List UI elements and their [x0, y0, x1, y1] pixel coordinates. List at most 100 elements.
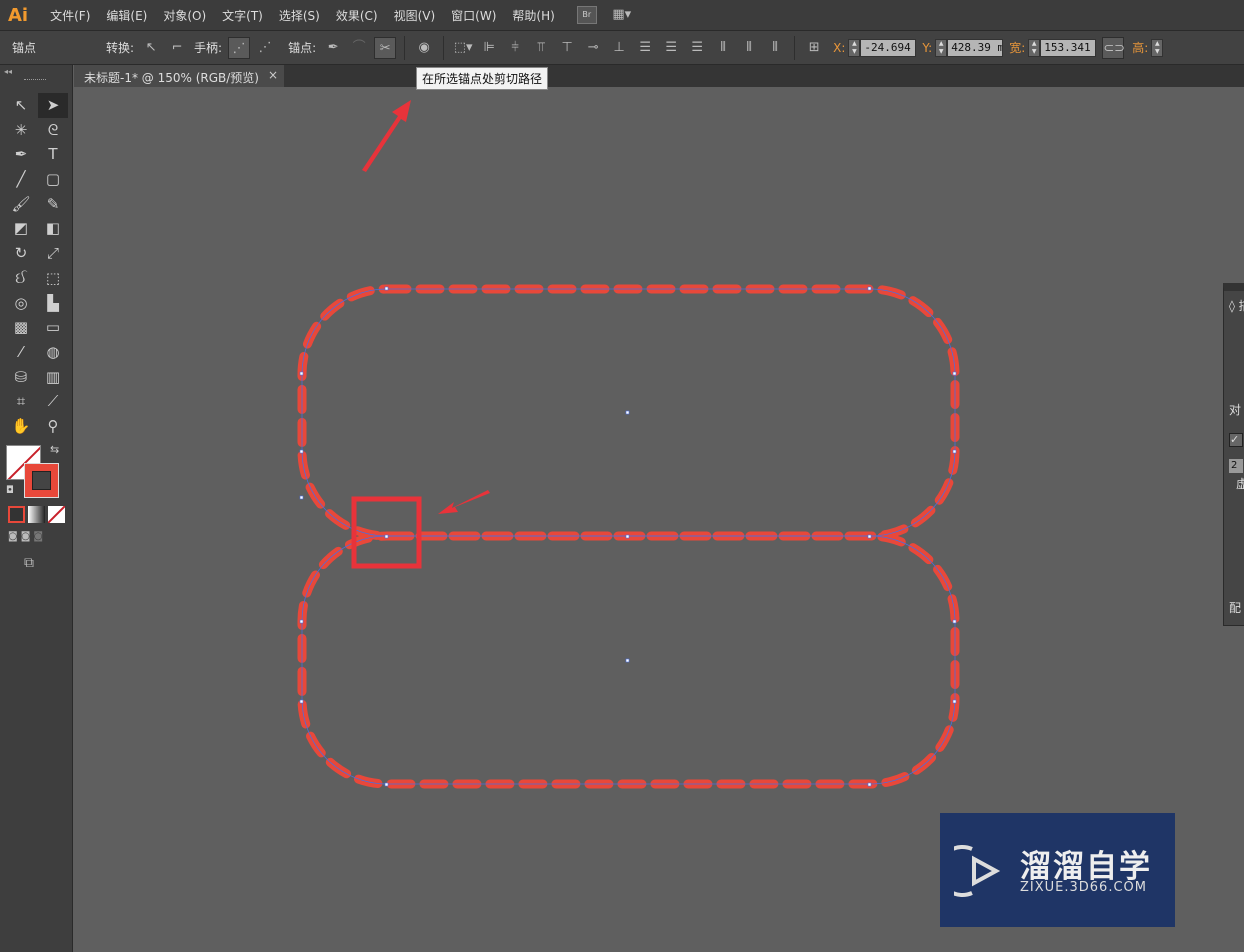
anchors-label: 锚点:	[288, 41, 317, 55]
align-vcenter-icon[interactable]: ⊸	[582, 37, 604, 59]
paintbrush-tool-icon[interactable]: 🖌	[6, 192, 36, 217]
link-icon[interactable]: ⊂⊃	[1102, 36, 1125, 59]
type-tool-icon[interactable]: T	[38, 142, 68, 167]
blob-brush-tool-icon[interactable]: ◩	[6, 216, 36, 241]
menu-object[interactable]: 对象(O)	[163, 7, 206, 24]
document-tab[interactable]: 未标题-1* @ 150% (RGB/预览) ×	[74, 65, 284, 87]
magic-wand-tool-icon[interactable]: ✳	[6, 118, 36, 143]
handles-label: 手柄:	[194, 41, 223, 55]
align-hcenter-icon[interactable]: ⫩	[504, 37, 526, 59]
arrow-icon	[362, 100, 490, 514]
symbol-sprayer-tool-icon[interactable]: ⛁	[6, 365, 36, 390]
hand-tool-icon[interactable]: ✋	[6, 414, 36, 439]
pen-tool-icon[interactable]: ✒	[6, 142, 36, 167]
width-label: 宽:	[1009, 41, 1026, 55]
pencil-tool-icon[interactable]: ✎	[38, 192, 68, 217]
hide-handles-icon[interactable]: ⋰	[254, 37, 276, 59]
direct-selection-tool-icon[interactable]: ➤	[38, 93, 68, 118]
reference-point-icon[interactable]: ⊞	[803, 37, 825, 59]
warp-tool-icon[interactable]: ઈ	[6, 266, 36, 291]
menu-file[interactable]: 文件(F)	[50, 7, 90, 24]
distribute-vcenter-icon[interactable]: ☰	[660, 37, 682, 59]
artboard-tool-icon[interactable]: ⌗	[6, 389, 36, 414]
bridge-button[interactable]: Br	[576, 6, 597, 24]
distribute-hcenter-icon[interactable]: ⫴	[738, 37, 760, 59]
x-spinner[interactable]: ▲ ▼	[848, 38, 861, 57]
convert-smooth-icon[interactable]: ⌐	[166, 37, 188, 59]
menu-view[interactable]: 视图(V)	[394, 7, 436, 24]
collapse-icon[interactable]: ◂◂	[4, 67, 12, 76]
draw-behind-icon[interactable]: ◙	[21, 531, 31, 542]
x-input[interactable]: -24.694 m	[860, 38, 917, 57]
y-input[interactable]: 428.39 mm	[947, 38, 1004, 57]
align-to-icon[interactable]: ⬚▾	[452, 37, 474, 59]
shape-builder-tool-icon[interactable]: ◎	[6, 291, 36, 316]
selection-tool-icon[interactable]: ↖	[6, 93, 36, 118]
show-handles-icon[interactable]: ⋰	[228, 36, 251, 59]
align-top-icon[interactable]: ⊤	[556, 37, 578, 59]
draw-inside-icon[interactable]: ◙	[33, 531, 43, 542]
dashed-checkbox[interactable]: ✓	[1229, 433, 1243, 447]
height-label: 高:	[1132, 41, 1149, 55]
scale-tool-icon[interactable]: ⤢	[38, 241, 68, 266]
tools-panel: ◂◂ ↖ ➤ ✳ ᘓ ✒ T ╱ ▢ 🖌 ✎ ◩ ◧ ↻ ⤢ ઈ ⬚ ◎ ▙ ▩…	[0, 65, 73, 952]
rectangle-tool-icon[interactable]: ▢	[38, 167, 68, 192]
height-spinner[interactable]: ▲ ▼	[1151, 38, 1164, 57]
column-graph-tool-icon[interactable]: ▥	[38, 365, 68, 390]
menu-type[interactable]: 文字(T)	[222, 7, 263, 24]
draw-normal-icon[interactable]: ◙	[8, 531, 18, 542]
document-tab-title: 未标题-1* @ 150% (RGB/预览)	[84, 71, 259, 85]
menu-help[interactable]: 帮助(H)	[512, 7, 554, 24]
menu-select[interactable]: 选择(S)	[279, 7, 320, 24]
dash-input[interactable]: 2	[1229, 459, 1243, 473]
menu-edit[interactable]: 编辑(E)	[106, 7, 147, 24]
eraser-tool-icon[interactable]: ◧	[38, 216, 68, 241]
isolate-icon[interactable]: ◉	[413, 37, 435, 59]
workspace-switcher-icon[interactable]: ▦▾	[611, 4, 633, 26]
convert-corner-icon[interactable]: ↖	[140, 37, 162, 59]
rotate-tool-icon[interactable]: ↻	[6, 241, 36, 266]
width-spinner[interactable]: ▲ ▼	[1028, 38, 1041, 57]
app-logo: Ai	[8, 4, 29, 26]
stroke-swatch[interactable]	[24, 463, 59, 498]
eyedropper-tool-icon[interactable]: ⁄	[6, 340, 36, 365]
width-input[interactable]: 153.341 m	[1040, 38, 1097, 57]
none-mode-icon[interactable]	[48, 506, 65, 523]
panel-title[interactable]: ◊ 描	[1229, 297, 1244, 314]
zoom-tool-icon[interactable]: ⚲	[38, 414, 68, 439]
color-mode-icon[interactable]	[8, 506, 25, 523]
gradient-mode-icon[interactable]	[28, 506, 45, 523]
align-right-icon[interactable]: ⫪	[530, 37, 552, 59]
y-spinner[interactable]: ▲ ▼	[935, 38, 948, 57]
menu-window[interactable]: 窗口(W)	[451, 7, 496, 24]
close-tab-icon[interactable]: ×	[268, 68, 278, 82]
stroke-panel: ◊ 描 对 ✓ 2 虚 配	[1223, 283, 1244, 626]
slice-tool-icon[interactable]: ⟋	[38, 389, 68, 414]
divider	[443, 35, 445, 60]
blend-tool-icon[interactable]: ◍	[38, 340, 68, 365]
profile-label: 配	[1229, 601, 1242, 615]
align-left-icon[interactable]: ⊫	[478, 37, 500, 59]
remove-anchor-icon[interactable]: ✒	[322, 37, 344, 59]
distribute-left-icon[interactable]: ⫴	[712, 37, 734, 59]
gradient-tool-icon[interactable]: ▭	[38, 315, 68, 340]
watermark-url: ZIXUE.3D66.COM	[1020, 880, 1147, 895]
default-colors-icon[interactable]: ◘	[6, 485, 14, 496]
swap-colors-icon[interactable]: ⇆	[50, 443, 59, 456]
screen-mode-icon[interactable]: ⧉	[24, 555, 34, 571]
x-label: X:	[833, 40, 846, 55]
distribute-bottom-icon[interactable]: ☰	[686, 37, 708, 59]
connect-anchor-icon[interactable]: ⌒	[348, 37, 370, 59]
line-tool-icon[interactable]: ╱	[6, 167, 36, 192]
cut-path-icon[interactable]: ✂	[374, 36, 397, 59]
mesh-tool-icon[interactable]: ▩	[6, 315, 36, 340]
lasso-tool-icon[interactable]: ᘓ	[38, 118, 68, 143]
menu-bar: Ai 文件(F) 编辑(E) 对象(O) 文字(T) 选择(S) 效果(C) 视…	[0, 0, 1244, 31]
menu-effect[interactable]: 效果(C)	[336, 7, 378, 24]
align-bottom-icon[interactable]: ⊥	[608, 37, 630, 59]
grip-icon[interactable]	[24, 79, 46, 82]
distribute-top-icon[interactable]: ☰	[634, 37, 656, 59]
distribute-right-icon[interactable]: ⫴	[764, 37, 786, 59]
perspective-grid-tool-icon[interactable]: ▙	[38, 291, 68, 316]
free-transform-tool-icon[interactable]: ⬚	[38, 266, 68, 291]
